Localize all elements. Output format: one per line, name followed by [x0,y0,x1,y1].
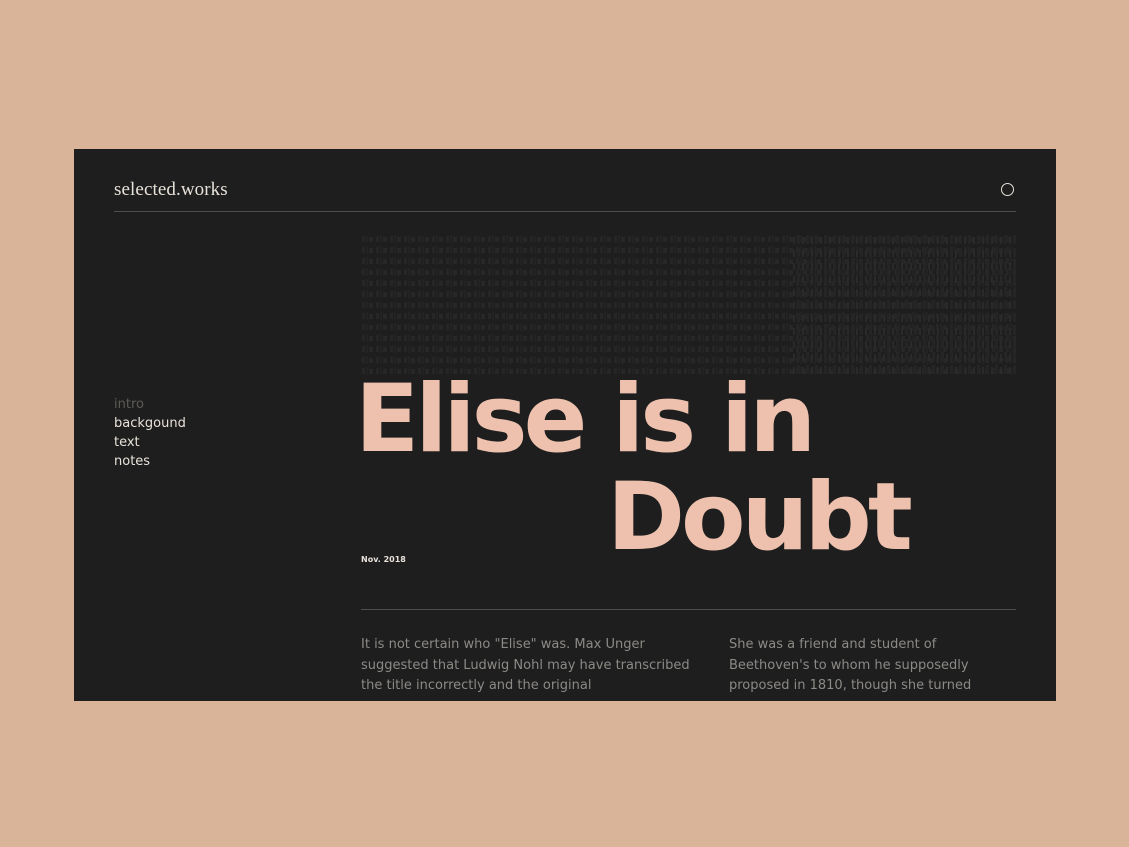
section-nav: intro backgound text notes [114,395,186,471]
menu-circle-icon[interactable] [1001,183,1014,196]
article-title-line-1: Elise is in [355,365,816,474]
article-date: Nov. 2018 [361,555,406,564]
nav-item-text[interactable]: text [114,433,186,452]
hero-panel: selected.works intro backgound text note… [74,149,1056,701]
nav-item-notes[interactable]: notes [114,452,186,471]
header-divider [114,211,1016,212]
article-column-right: She was a friend and student of Beethove… [729,637,972,693]
site-logo[interactable]: selected.works [114,179,228,201]
article-title: Elise is in Doubt [355,371,913,572]
article-column-left: It is not certain who "Elise" was. Max U… [361,637,690,693]
nav-item-backgound[interactable]: backgound [114,414,186,433]
nav-item-intro[interactable]: intro [114,395,186,414]
background-text-texture [361,234,1016,374]
article-title-line-2: Doubt [607,463,913,572]
content-divider [361,609,1016,610]
